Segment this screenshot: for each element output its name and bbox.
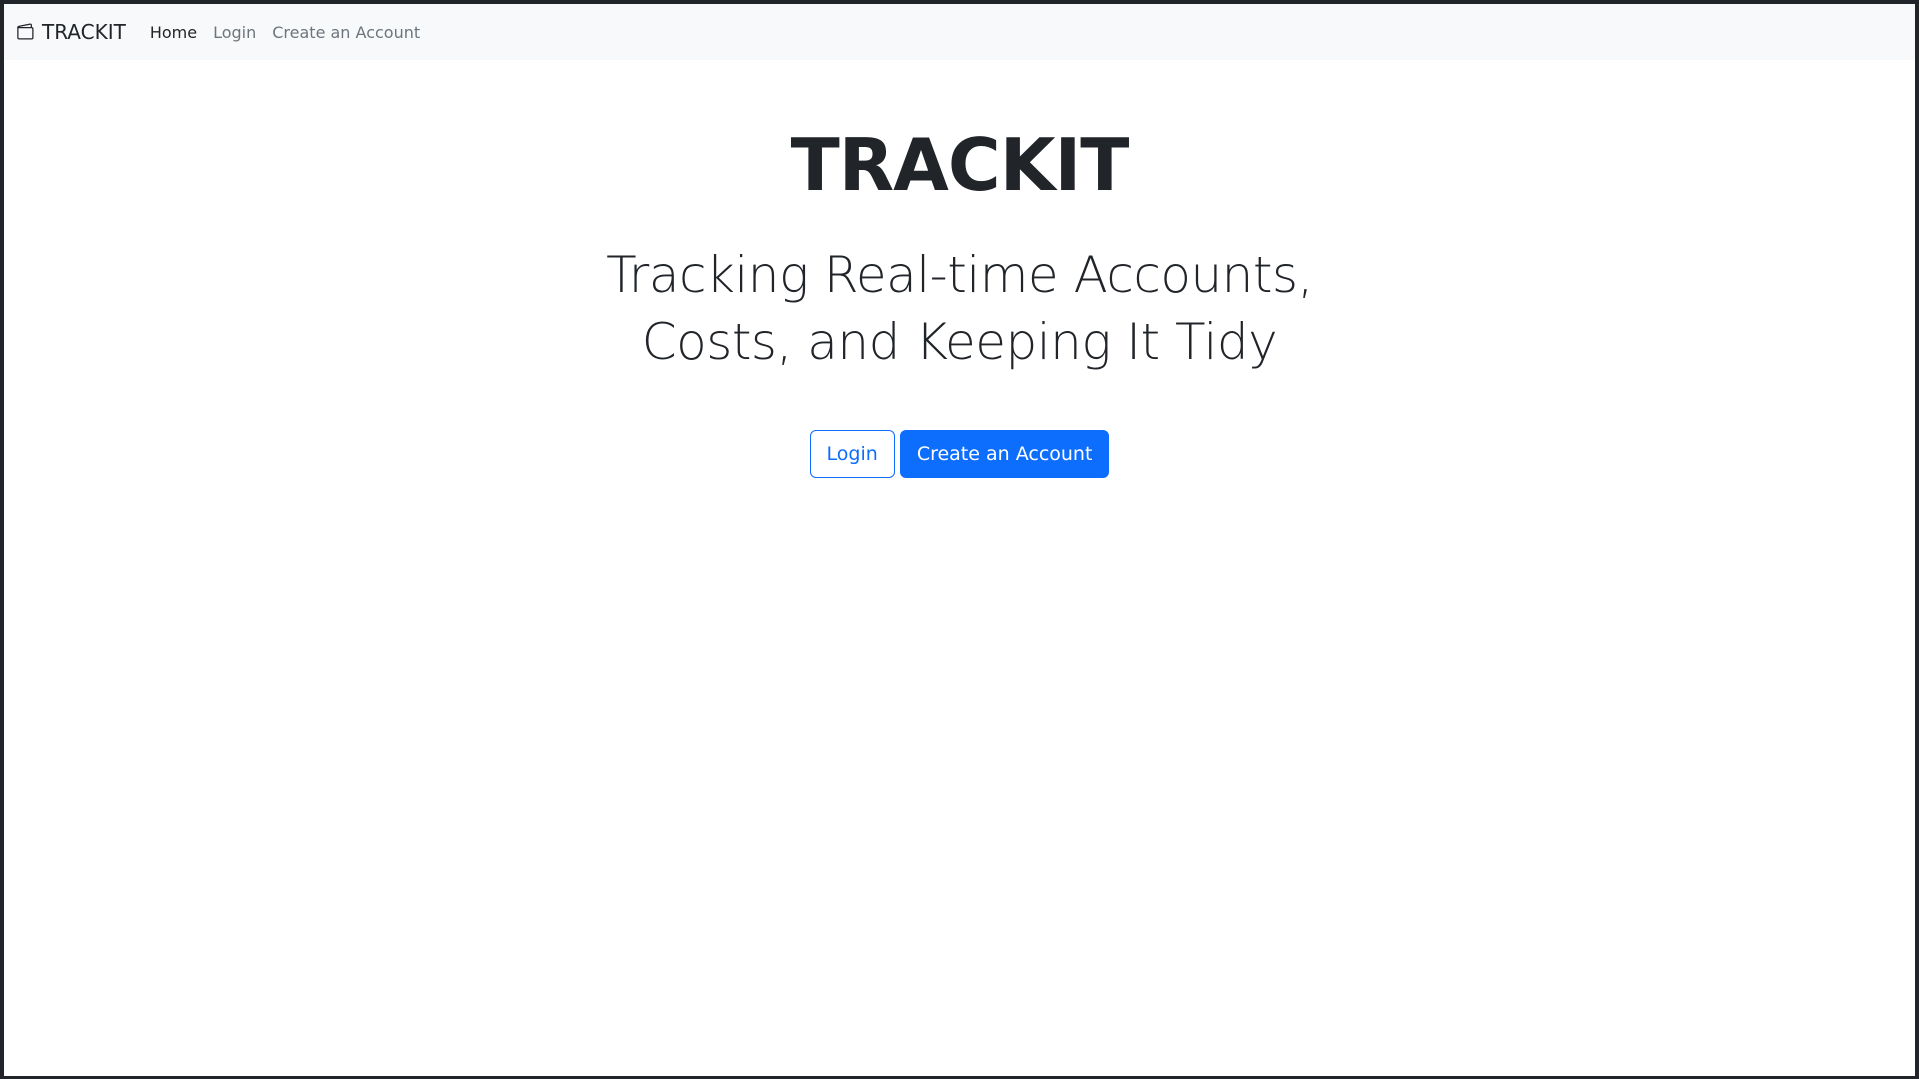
nav-link-home[interactable]: Home bbox=[150, 23, 197, 42]
hero-tagline: Tracking Real-time Accounts, Costs, and … bbox=[560, 242, 1360, 376]
hero-tagline-line2: Costs, and Keeping It Tidy bbox=[641, 313, 1278, 372]
nav-link-login[interactable]: Login bbox=[213, 23, 256, 42]
brand-label: TRACKIT bbox=[42, 20, 126, 44]
brand-link[interactable]: TRACKIT bbox=[16, 20, 126, 44]
hero-section: TRACKIT Tracking Real-time Accounts, Cos… bbox=[4, 60, 1915, 479]
create-account-button[interactable]: Create an Account bbox=[899, 430, 1110, 479]
login-button[interactable]: Login bbox=[809, 430, 895, 479]
hero-tagline-line1: Tracking Real-time Accounts, bbox=[606, 246, 1313, 305]
hero-actions: Login Create an Account bbox=[4, 430, 1915, 479]
wallet-icon bbox=[16, 22, 36, 42]
nav-link-create-account[interactable]: Create an Account bbox=[272, 23, 420, 42]
browser-viewport: TRACKIT Home Login Create an Account TRA… bbox=[4, 4, 1915, 1076]
hero-title: TRACKIT bbox=[790, 123, 1130, 207]
navbar: TRACKIT Home Login Create an Account bbox=[4, 4, 1915, 60]
